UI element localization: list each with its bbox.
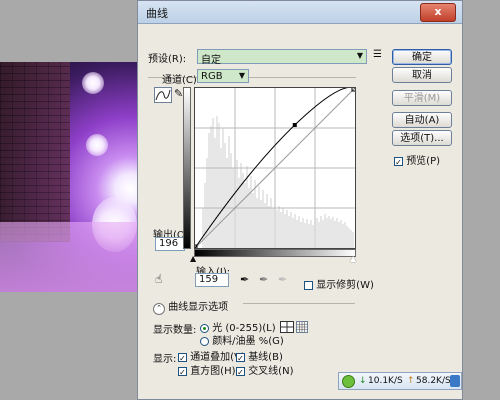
input-field[interactable]: 159: [195, 273, 229, 287]
histogram-checkbox[interactable]: ✓ 直方图(H): [178, 362, 236, 377]
target-adjust-icon[interactable]: ☝: [155, 272, 162, 286]
show-amount-label: 显示数量:: [153, 325, 197, 336]
download-arrow-icon: ↓: [359, 376, 367, 386]
checkbox-icon: ✓: [236, 352, 245, 363]
baseline-checkbox[interactable]: ✓ 基线(B): [236, 348, 283, 363]
network-status-bar: ↓ 10.1K/S ↑ 58.2K/S: [338, 372, 462, 390]
show-label: 显示:: [153, 354, 177, 365]
preset-menu-icon[interactable]: ☰: [373, 49, 382, 60]
show-clipping-label: 显示修剪(W): [316, 280, 374, 291]
pigment-radio[interactable]: 颜料/油墨 %(G): [200, 332, 284, 347]
grid-10x10-icon[interactable]: [296, 321, 308, 333]
checkbox-icon: ✓: [236, 366, 245, 377]
channel-overlays-checkbox[interactable]: ✓ 通道叠加(V): [178, 348, 245, 363]
show-clipping-checkbox[interactable]: 显示修剪(W): [304, 276, 374, 291]
intersection-label: 交叉线(N): [248, 366, 294, 377]
close-button[interactable]: x: [420, 3, 456, 22]
intersection-checkbox[interactable]: ✓ 交叉线(N): [236, 362, 293, 377]
preset-value: 自定: [201, 55, 221, 66]
input-gradient-bar: [194, 249, 356, 257]
curve-edit-icon[interactable]: [154, 87, 172, 103]
histogram-label: 直方图(H): [190, 366, 236, 377]
preview-checkbox[interactable]: ✓ 预览(P): [394, 152, 440, 167]
options-button[interactable]: 选项(T)...: [392, 130, 452, 146]
street-lamp: [82, 72, 104, 94]
network-icon: [342, 375, 355, 388]
cancel-button[interactable]: 取消: [392, 67, 452, 83]
preset-label: 预设(R):: [148, 54, 187, 65]
chevron-down-icon: ▼: [356, 51, 363, 60]
download-speed: 10.1K/S: [368, 376, 403, 386]
background-photo: [0, 62, 137, 292]
curve-control-point[interactable]: [292, 123, 297, 128]
white-point-slider[interactable]: ▲: [350, 254, 356, 263]
checkbox-icon: ✓: [178, 352, 187, 363]
histogram: [202, 116, 354, 248]
settings-icon[interactable]: [450, 375, 460, 387]
brick-wall: [0, 62, 70, 242]
auto-button[interactable]: 自动(A): [392, 112, 452, 128]
street-lamp: [86, 134, 108, 156]
gray-eyedropper-icon[interactable]: ✒: [259, 273, 268, 286]
upload-speed: 58.2K/S: [416, 376, 451, 386]
curve-svg: [192, 86, 357, 250]
checkbox-icon: ✓: [394, 156, 403, 167]
curve-display-options-toggle[interactable]: ⌃ 曲线显示选项: [153, 298, 228, 315]
channel-dropdown[interactable]: RGB ▼: [197, 69, 249, 83]
white-eyedropper-icon[interactable]: ✒: [278, 273, 287, 286]
checkbox-icon: ✓: [178, 366, 187, 377]
smooth-button[interactable]: 平滑(M): [392, 90, 452, 106]
dialog-title: 曲线: [146, 7, 168, 20]
preset-dropdown[interactable]: 自定 ▼: [197, 49, 367, 66]
pigment-label: 颜料/油墨 %(G): [212, 336, 284, 347]
divider: [243, 303, 355, 304]
channel-value: RGB: [201, 71, 223, 82]
curve-graph[interactable]: [192, 86, 357, 250]
curve-display-options-label: 曲线显示选项: [168, 302, 229, 313]
ok-button[interactable]: 确定: [392, 49, 452, 65]
channel-label: 通道(C):: [162, 75, 201, 86]
black-eyedropper-icon[interactable]: ✒: [240, 273, 249, 286]
upload-arrow-icon: ↑: [407, 376, 415, 386]
chevron-up-icon: ⌃: [153, 303, 165, 315]
radio-icon: [200, 336, 209, 346]
floor: [0, 222, 137, 292]
chevron-down-icon: ▼: [238, 71, 245, 80]
title-bar: 曲线 x: [138, 1, 462, 24]
checkbox-icon: [304, 280, 313, 290]
preview-label: 预览(P): [406, 156, 441, 167]
black-point-slider[interactable]: ▲: [190, 254, 196, 263]
grid-4x4-icon[interactable]: [280, 321, 294, 333]
pencil-icon[interactable]: ✎: [174, 87, 183, 100]
output-gradient-bar: [183, 87, 191, 249]
output-field[interactable]: 196: [155, 237, 185, 251]
